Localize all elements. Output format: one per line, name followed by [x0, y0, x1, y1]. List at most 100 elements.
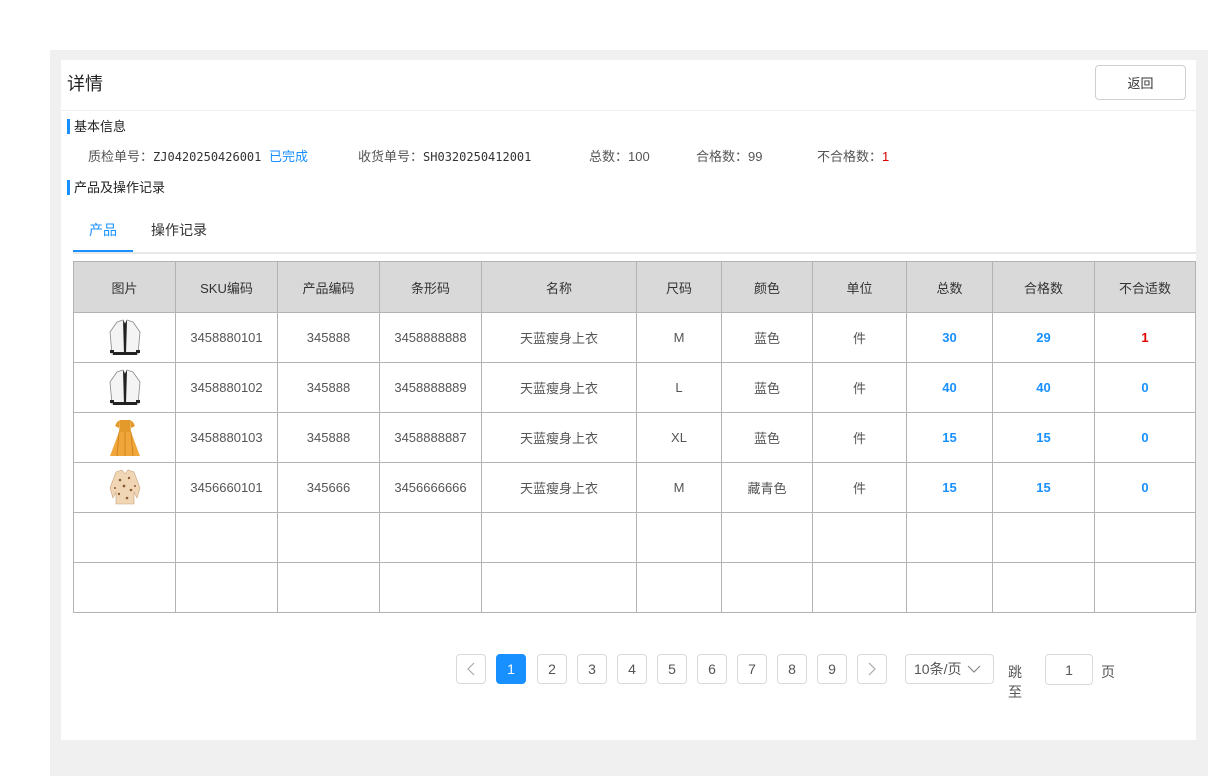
- column-header-total: 总数: [906, 261, 993, 313]
- product-image-cell: [73, 412, 176, 463]
- fail-label: 不合格数：: [817, 149, 883, 164]
- pass-label: 合格数：: [696, 149, 749, 164]
- receipt-number-label: 收货单号：: [358, 149, 424, 164]
- chevron-right-icon: [868, 662, 876, 676]
- tab-operation-records[interactable]: 操作记录: [151, 220, 207, 240]
- basic-info-title: 基本信息: [67, 119, 126, 134]
- jump-label: 跳至: [1008, 664, 1022, 700]
- column-header-unfit: 不合适数: [1094, 261, 1196, 313]
- table-row: 3458880102 345888 3458888889 天蓝瘦身上衣 L 蓝色…: [73, 362, 1196, 413]
- jump-page-input[interactable]: [1045, 654, 1093, 685]
- pass-cell[interactable]: 40: [992, 362, 1095, 413]
- receipt-number: 收货单号：SH0320250412001: [358, 146, 531, 165]
- page-7-button[interactable]: 7: [737, 654, 767, 684]
- sku-cell: 3458880102: [175, 362, 278, 413]
- prev-page-button[interactable]: [456, 654, 486, 684]
- table-header-row: 图片 SKU编码 产品编码 条形码 名称 尺码 颜色 单位 总数 合格数 不合适…: [73, 261, 1196, 313]
- name-cell: 天蓝瘦身上衣: [481, 362, 637, 413]
- chevron-left-icon: [467, 662, 475, 676]
- color-cell: 蓝色: [721, 412, 813, 463]
- table-row: 3456660101 345666 3456666666 天蓝瘦身上衣 M 藏青…: [73, 462, 1196, 513]
- tab-bar: 产品 操作记录: [73, 210, 1196, 254]
- sku-cell: 3456660101: [175, 462, 278, 513]
- records-title: 产品及操作记录: [67, 180, 165, 195]
- page-6-button[interactable]: 6: [697, 654, 727, 684]
- barcode-cell: 3458888889: [379, 362, 482, 413]
- size-cell: L: [636, 362, 722, 413]
- name-cell: 天蓝瘦身上衣: [481, 412, 637, 463]
- table-row: 3458880101 345888 3458888888 天蓝瘦身上衣 M 蓝色…: [73, 312, 1196, 363]
- white-cardigan-image[interactable]: [107, 368, 143, 408]
- product-code-cell: 345666: [277, 462, 380, 513]
- tab-products[interactable]: 产品: [89, 220, 117, 240]
- column-header-name: 名称: [481, 261, 637, 313]
- total-count: 总数：100: [589, 146, 650, 165]
- product-code-cell: 345888: [277, 312, 380, 363]
- qc-number-label: 质检单号：: [88, 149, 154, 164]
- page-9-button[interactable]: 9: [817, 654, 847, 684]
- pass-cell[interactable]: 15: [992, 462, 1095, 513]
- white-cardigan-image[interactable]: [107, 318, 143, 358]
- color-cell: 蓝色: [721, 312, 813, 363]
- size-cell: XL: [636, 412, 722, 463]
- page-2-button[interactable]: 2: [537, 654, 567, 684]
- back-button[interactable]: 返回: [1095, 65, 1186, 100]
- total-cell[interactable]: 15: [906, 412, 993, 463]
- leopard-blouse-image[interactable]: [107, 468, 143, 508]
- name-cell: 天蓝瘦身上衣: [481, 312, 637, 363]
- status-badge: 已完成: [269, 149, 309, 164]
- column-header-product-code: 产品编码: [277, 261, 380, 313]
- column-header-sku: SKU编码: [175, 261, 278, 313]
- size-cell: M: [636, 312, 722, 363]
- barcode-cell: 3458888888: [379, 312, 482, 363]
- total-label: 总数：: [589, 149, 629, 164]
- column-header-pass: 合格数: [992, 261, 1095, 313]
- column-header-size: 尺码: [636, 261, 722, 313]
- page-8-button[interactable]: 8: [777, 654, 807, 684]
- column-header-unit: 单位: [812, 261, 907, 313]
- name-cell: 天蓝瘦身上衣: [481, 462, 637, 513]
- product-image-cell: [73, 362, 176, 413]
- size-cell: M: [636, 462, 722, 513]
- color-cell: 藏青色: [721, 462, 813, 513]
- fail-value: 1: [882, 149, 890, 164]
- pass-cell[interactable]: 15: [992, 412, 1095, 463]
- product-image-cell: [73, 462, 176, 513]
- qc-number-value: ZJ0420250426001: [153, 150, 262, 164]
- unit-cell: 件: [812, 362, 907, 413]
- page-3-button[interactable]: 3: [577, 654, 607, 684]
- pass-value: 99: [748, 149, 763, 164]
- product-table: 图片 SKU编码 产品编码 条形码 名称 尺码 颜色 单位 总数 合格数 不合适…: [73, 261, 1196, 613]
- table-row: 3458880103 345888 3458888887 天蓝瘦身上衣 XL 蓝…: [73, 412, 1196, 463]
- column-header-barcode: 条形码: [379, 261, 482, 313]
- total-cell[interactable]: 15: [906, 462, 993, 513]
- empty-row: [73, 512, 1196, 563]
- unfit-cell[interactable]: 1: [1094, 312, 1196, 363]
- column-header-image: 图片: [73, 261, 176, 313]
- page-1-button[interactable]: 1: [496, 654, 526, 684]
- unfit-cell[interactable]: 0: [1094, 462, 1196, 513]
- pass-cell[interactable]: 29: [992, 312, 1095, 363]
- active-tab-indicator: [73, 250, 133, 252]
- qc-number: 质检单号：ZJ0420250426001 已完成: [88, 146, 308, 165]
- sku-cell: 3458880103: [175, 412, 278, 463]
- total-value: 100: [628, 149, 650, 164]
- unfit-cell[interactable]: 0: [1094, 362, 1196, 413]
- page-5-button[interactable]: 5: [657, 654, 687, 684]
- column-header-color: 颜色: [721, 261, 813, 313]
- page-4-button[interactable]: 4: [617, 654, 647, 684]
- unit-cell: 件: [812, 462, 907, 513]
- product-code-cell: 345888: [277, 412, 380, 463]
- total-cell[interactable]: 40: [906, 362, 993, 413]
- orange-dress-image[interactable]: [107, 418, 143, 458]
- unit-cell: 件: [812, 412, 907, 463]
- page-size-value: 10条/页: [914, 661, 962, 677]
- total-cell[interactable]: 30: [906, 312, 993, 363]
- next-page-button[interactable]: [857, 654, 887, 684]
- card-header: 详情 返回: [61, 60, 1196, 111]
- product-code-cell: 345888: [277, 362, 380, 413]
- product-image-cell: [73, 312, 176, 363]
- unfit-cell[interactable]: 0: [1094, 412, 1196, 463]
- page-suffix: 页: [1101, 664, 1115, 680]
- page-size-select[interactable]: 10条/页: [905, 654, 994, 684]
